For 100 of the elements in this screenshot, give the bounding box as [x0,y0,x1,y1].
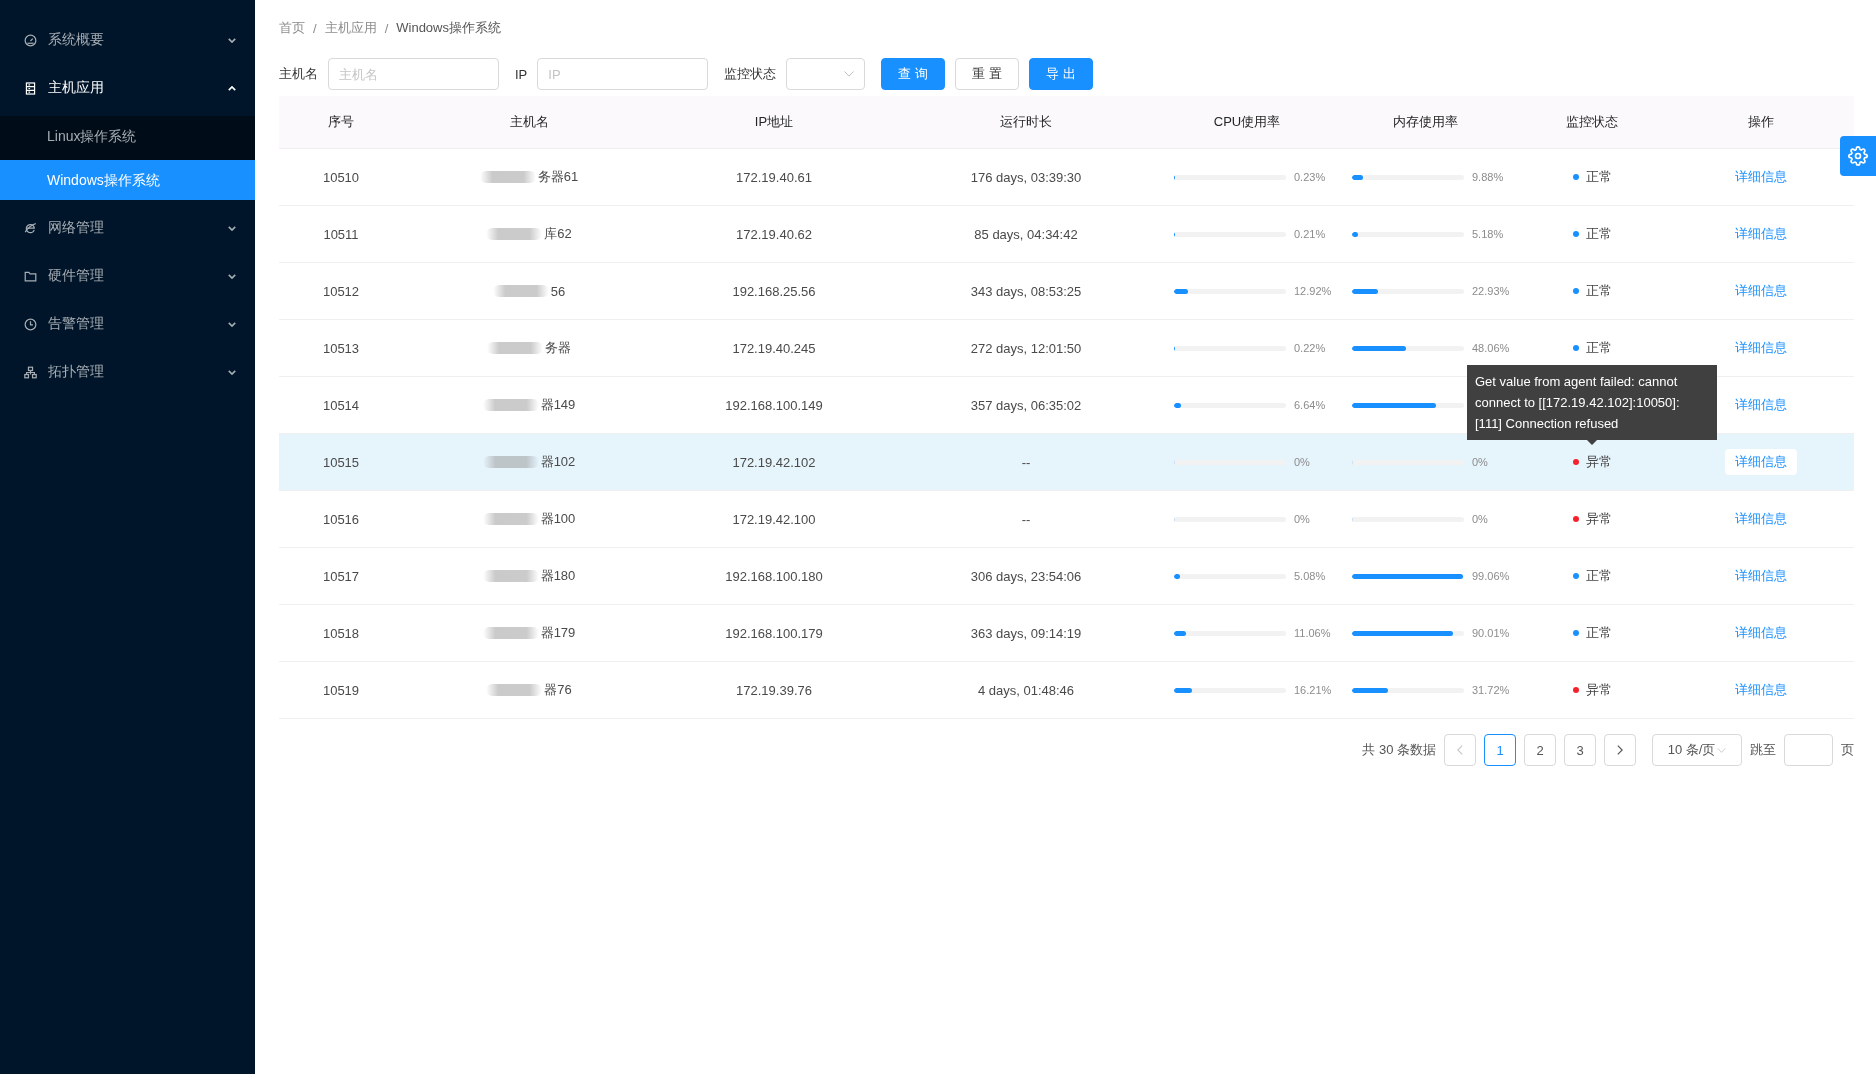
detail-link[interactable]: 详细信息 [1725,335,1797,361]
host-name: 务器61 [537,168,579,186]
status-text: 正常 [1585,339,1612,357]
sidebar-item[interactable]: 拓扑管理 [0,348,255,396]
table-cell-text: 10515 [321,453,361,472]
usage-reading: 5.08% [1294,570,1326,582]
table-cell-text: 10514 [321,396,361,415]
status-text: 正常 [1585,282,1612,300]
detail-link[interactable]: 详细信息 [1725,164,1797,190]
host-name: 器100 [540,510,576,528]
submenu-item[interactable]: Linux操作系统 [0,116,255,156]
page-input-field[interactable] [1784,734,1833,766]
status-text: 正常 [1585,567,1612,585]
field-label: IP [515,66,528,82]
usage-reading: 0.21% [1294,228,1326,240]
table-cell-text: 192.168.100.180 [724,567,824,586]
sidebar-item[interactable]: 主机应用 [0,64,255,112]
chevron-down-icon [228,225,236,231]
column-header: CPU使用率 [1212,113,1282,131]
input-field[interactable]: 主机名 [328,58,499,90]
table-cell-text: 172.19.40.62 [735,225,813,244]
next-page-button[interactable] [1604,734,1636,766]
reset-button[interactable]: 重 置 [955,58,1020,90]
table-cell-text: 10512 [321,282,361,301]
detail-link[interactable]: 详细信息 [1725,506,1797,532]
table-cell-text: 176 days, 03:39:30 [969,168,1083,187]
table-cell-text: 4 days, 01:48:46 [976,681,1076,700]
detail-link[interactable]: 详细信息 [1725,449,1797,475]
breadcrumb-separator: / [313,20,317,36]
usage-reading: 0% [1294,513,1310,525]
column-header: 主机名 [508,113,550,131]
export-button[interactable]: 导 出 [1029,58,1094,90]
server-icon [24,81,37,95]
detail-link[interactable]: 详细信息 [1725,677,1797,703]
clock-icon [24,317,37,331]
status-text: 异常 [1585,510,1612,528]
sidebar-item[interactable]: 网络管理 [0,204,255,252]
host-name: 器102 [540,453,576,471]
select-field[interactable] [786,58,866,90]
table-cell-text: -- [1020,510,1032,529]
host-name: 库62 [544,225,572,243]
table-cell-text: 10511 [322,225,360,244]
submenu-item[interactable]: Windows操作系统 [0,160,255,200]
table-cell-text: 357 days, 06:35:02 [969,396,1083,415]
usage-reading: 99.06% [1472,570,1510,582]
chevron-left-icon [1457,745,1463,755]
column-header: IP地址 [753,113,795,131]
usage-reading: 90.01% [1472,627,1510,639]
jump-label: 跳至 [1750,741,1776,759]
breadcrumb-current: Windows操作系统 [396,19,501,37]
blurred-text-placeholder [486,684,543,696]
column-header: 监控状态 [1565,113,1619,131]
search-button[interactable]: 查 询 [881,58,946,90]
detail-link[interactable]: 详细信息 [1725,563,1797,589]
host-name: 器76 [544,681,572,699]
settings-icon [1848,146,1868,166]
blurred-text-placeholder [482,456,539,468]
usage-reading: 22.93% [1472,285,1510,297]
usage-reading: 0% [1294,456,1310,468]
sidebar-item[interactable]: 系统概要 [0,16,255,64]
sidebar-item[interactable]: 告警管理 [0,300,255,348]
usage-reading: 31.72% [1472,684,1510,696]
table-cell-text: 306 days, 23:54:06 [969,567,1083,586]
blurred-text-placeholder [492,285,549,297]
table-cell-text: 192.168.100.179 [724,624,824,643]
breadcrumb-link[interactable]: 首页 [279,19,305,37]
settings-button[interactable] [1840,136,1876,176]
host-name: 器180 [540,567,576,585]
table-cell-text: 343 days, 08:53:25 [969,282,1083,301]
table-cell-text: 10519 [321,681,361,700]
usage-reading: 12.92% [1294,285,1332,297]
detail-link[interactable]: 详细信息 [1725,620,1797,646]
sidebar-item[interactable]: 硬件管理 [0,252,255,300]
total-count: 共 30 条数据 [1362,741,1436,759]
page-size-select[interactable]: 10 条/页 [1652,734,1742,766]
page-button[interactable]: 3 [1564,734,1596,766]
usage-reading: 0.23% [1294,171,1326,183]
table-cell-text: -- [1020,453,1032,472]
detail-link[interactable]: 详细信息 [1725,278,1797,304]
page-button[interactable]: 1 [1484,734,1516,766]
host-name: 务器 [545,339,571,357]
breadcrumb-link[interactable]: 主机应用 [324,19,377,37]
chevron-down-icon [228,369,236,375]
status-text: 正常 [1585,225,1612,243]
usage-reading: 0.22% [1294,342,1326,354]
blurred-text-placeholder [486,228,543,240]
input-field[interactable]: IP [537,58,709,90]
table-cell-text: 10516 [321,510,361,529]
detail-link[interactable]: 详细信息 [1725,221,1797,247]
host-name: 器179 [540,624,576,642]
blurred-text-placeholder [482,627,539,639]
status-text: 正常 [1585,624,1612,642]
status-text: 异常 [1585,681,1612,699]
detail-link[interactable]: 详细信息 [1725,392,1797,418]
blurred-text-placeholder [482,570,539,582]
blurred-text-placeholder [482,399,539,411]
page-button[interactable]: 2 [1524,734,1556,766]
status-text: 正常 [1585,168,1612,186]
blurred-text-placeholder [482,513,539,525]
host-name: 器149 [540,396,576,414]
